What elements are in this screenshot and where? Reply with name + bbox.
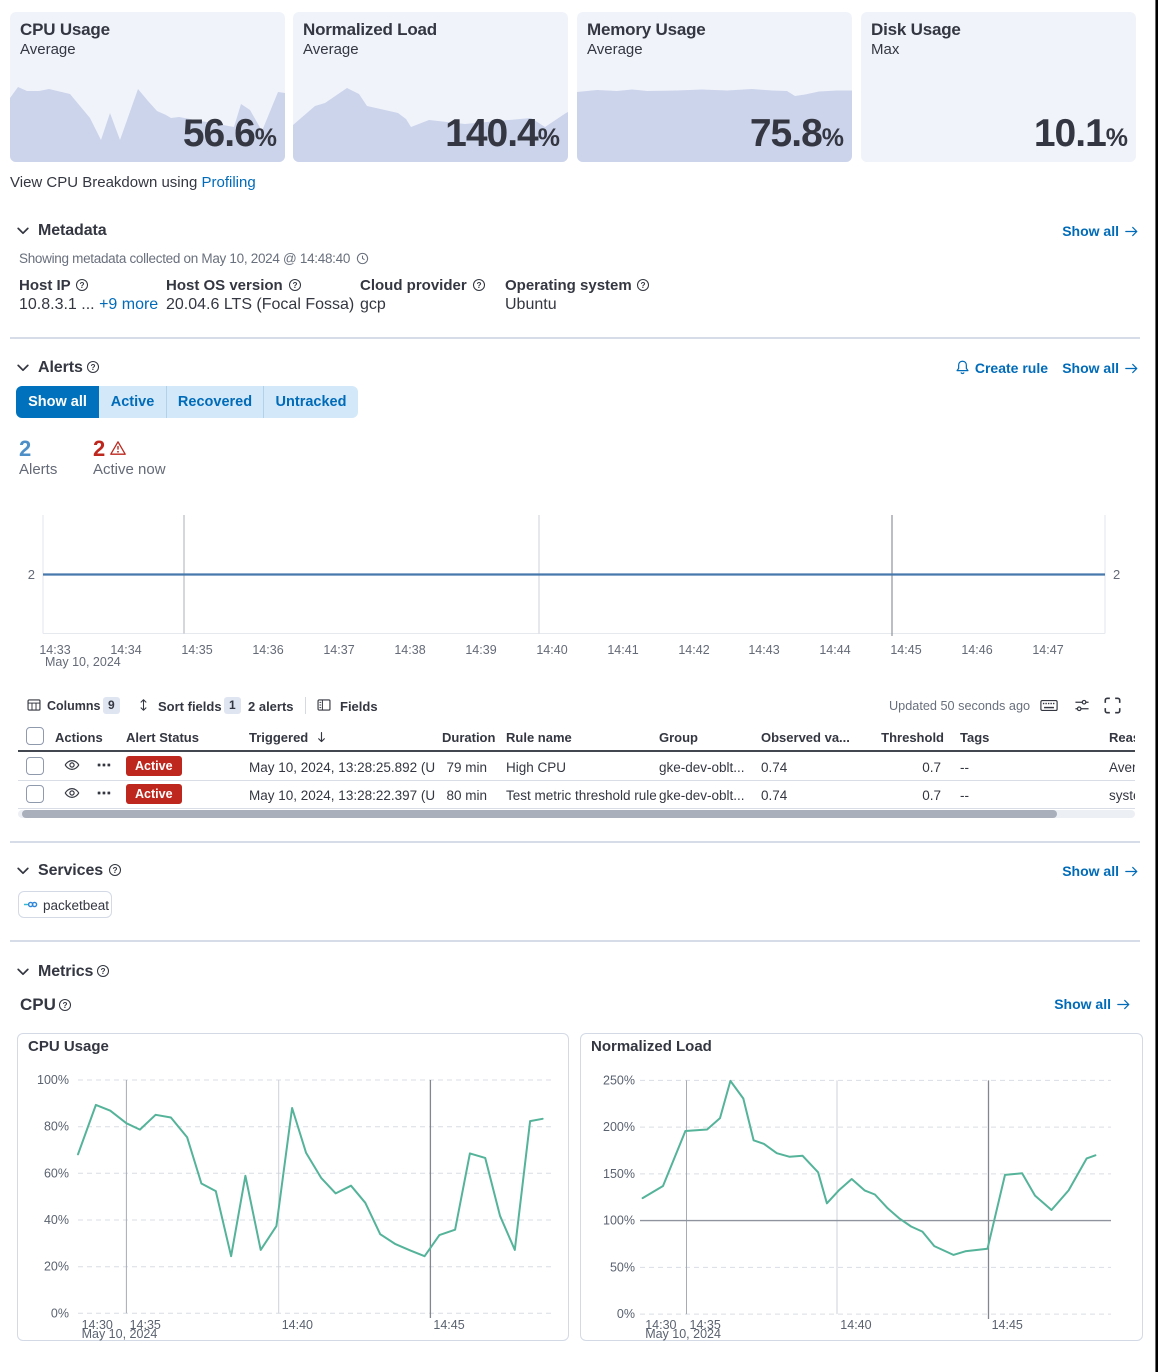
svg-text:14:45: 14:45: [890, 643, 921, 657]
svg-text:14:41: 14:41: [607, 643, 638, 657]
svg-text:14:37: 14:37: [323, 643, 354, 657]
svg-text:14:47: 14:47: [1032, 643, 1063, 657]
svg-text:50%: 50%: [610, 1260, 635, 1274]
svg-text:?: ?: [100, 966, 105, 976]
svg-text:20%: 20%: [44, 1260, 69, 1274]
svg-text:0%: 0%: [617, 1307, 635, 1321]
svg-text:14:42: 14:42: [678, 643, 709, 657]
svg-text:?: ?: [112, 865, 117, 875]
svg-text:14:45: 14:45: [992, 1318, 1023, 1332]
svg-text:May 10, 2024: May 10, 2024: [45, 655, 121, 669]
svg-text:80%: 80%: [44, 1120, 69, 1134]
svg-text:40%: 40%: [44, 1213, 69, 1227]
svg-text:?: ?: [79, 280, 84, 290]
svg-text:May 10, 2024: May 10, 2024: [645, 1327, 721, 1341]
svg-text:May 10, 2024: May 10, 2024: [82, 1327, 158, 1341]
svg-text:14:44: 14:44: [819, 643, 850, 657]
svg-text:14:35: 14:35: [181, 643, 212, 657]
svg-text:14:40: 14:40: [536, 643, 567, 657]
svg-text:14:43: 14:43: [748, 643, 779, 657]
svg-text:14:46: 14:46: [961, 643, 992, 657]
svg-text:100%: 100%: [37, 1073, 69, 1087]
svg-text:14:45: 14:45: [433, 1318, 464, 1332]
svg-text:200%: 200%: [603, 1120, 635, 1134]
svg-text:?: ?: [640, 280, 645, 290]
svg-text:?: ?: [292, 280, 297, 290]
svg-text:14:40: 14:40: [840, 1318, 871, 1332]
svg-text:?: ?: [90, 362, 95, 372]
svg-text:14:36: 14:36: [252, 643, 283, 657]
svg-text:150%: 150%: [603, 1167, 635, 1181]
svg-text:?: ?: [62, 1000, 67, 1010]
svg-text:14:40: 14:40: [282, 1318, 313, 1332]
svg-text:2: 2: [28, 567, 35, 582]
svg-text:14:39: 14:39: [465, 643, 496, 657]
svg-text:?: ?: [476, 280, 481, 290]
svg-text:60%: 60%: [44, 1166, 69, 1180]
svg-text:14:38: 14:38: [394, 643, 425, 657]
svg-text:250%: 250%: [603, 1073, 635, 1087]
svg-text:0%: 0%: [51, 1306, 69, 1320]
svg-text:2: 2: [1113, 567, 1120, 582]
svg-text:100%: 100%: [603, 1214, 635, 1228]
